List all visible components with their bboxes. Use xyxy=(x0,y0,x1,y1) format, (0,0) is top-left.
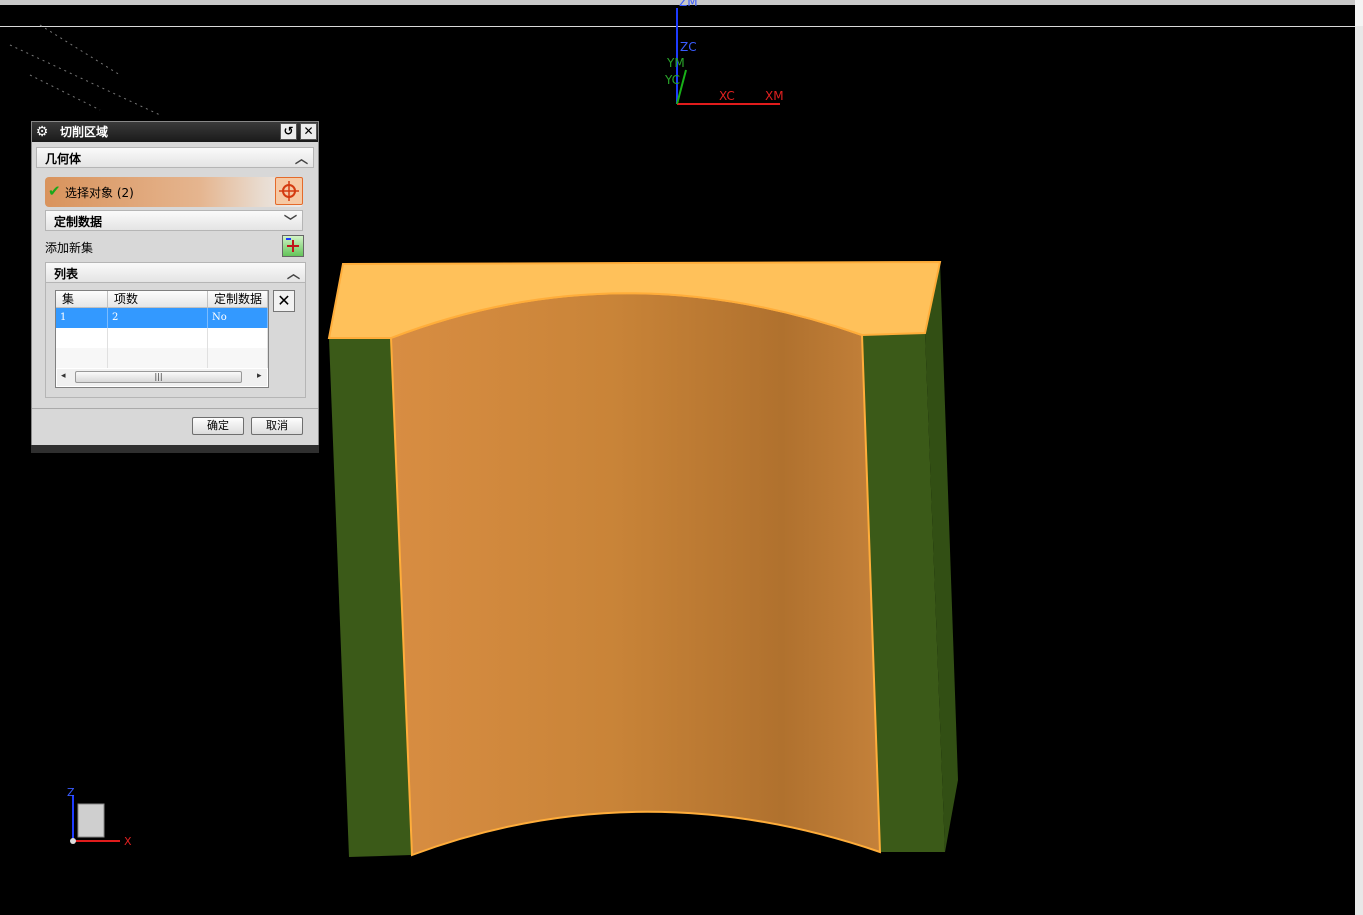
select-object-button[interactable] xyxy=(275,177,303,205)
add-new-set-button[interactable] xyxy=(282,235,304,257)
sets-table: 集 项数 定制数据 1 2 No ◂ ||| ▸ xyxy=(55,290,269,388)
scroll-right-icon[interactable]: ▸ xyxy=(257,371,262,381)
table-header: 集 项数 定制数据 xyxy=(56,291,268,308)
dialog-title: 切削区域 xyxy=(60,125,109,139)
check-icon: ✔ xyxy=(48,182,61,200)
select-objects-row[interactable]: ✔ 选择对象 (2) xyxy=(45,177,303,207)
gear-icon[interactable]: ⚙ xyxy=(34,124,50,140)
cut-area-dialog: ⚙ 切削区域 ↺ ✕ 几何体 ︿ ✔ 选择对象 (2) 定制数据 ﹀ 添加新集 … xyxy=(31,121,319,453)
triad-label: XM xyxy=(765,89,784,103)
table-row-empty xyxy=(56,328,268,348)
section-label: 定制数据 xyxy=(54,215,103,229)
column-header[interactable]: 定制数据 xyxy=(208,291,268,307)
part-inner-face[interactable] xyxy=(389,292,882,857)
table-row[interactable]: 1 2 No xyxy=(56,308,268,328)
horizontal-scrollbar[interactable]: ◂ ||| ▸ xyxy=(57,369,267,386)
table-row-empty xyxy=(56,348,268,368)
mini-triad-label: X xyxy=(124,835,132,848)
column-header[interactable]: 项数 xyxy=(108,291,208,307)
delete-icon: ✕ xyxy=(277,291,291,310)
table-cell: 1 xyxy=(56,308,108,328)
dialog-footer-bar xyxy=(31,445,319,453)
section-label: 列表 xyxy=(54,267,79,281)
background-artifact xyxy=(9,24,161,116)
column-header[interactable]: 集 xyxy=(56,291,108,307)
delete-set-button[interactable]: ✕ xyxy=(273,290,295,312)
triad-label: YC xyxy=(665,73,681,87)
triad-label: ZM xyxy=(679,0,698,9)
custom-data-section-header[interactable]: 定制数据 ﹀ xyxy=(45,210,303,231)
mini-triad-label: Z xyxy=(67,786,75,799)
divider xyxy=(32,408,318,409)
table-cell: No xyxy=(208,308,268,328)
list-section-header[interactable]: 列表 ︿ xyxy=(45,262,306,283)
scroll-left-icon[interactable]: ◂ xyxy=(61,371,66,381)
geometry-section-header[interactable]: 几何体 ︿ xyxy=(36,147,314,168)
add-icon xyxy=(286,238,299,252)
table-cell: 2 xyxy=(108,308,208,328)
triad-label: ZC xyxy=(680,40,697,54)
triad-label: YM xyxy=(667,56,685,70)
cancel-button[interactable]: 取消 xyxy=(251,417,303,435)
view-triad xyxy=(70,795,120,844)
chevron-up-icon[interactable]: ︿ xyxy=(287,263,300,282)
chevron-down-icon[interactable]: ﹀ xyxy=(284,211,297,230)
dialog-titlebar[interactable]: ⚙ 切削区域 ↺ ✕ xyxy=(32,122,318,142)
section-label: 几何体 xyxy=(45,152,82,166)
reset-icon[interactable]: ↺ xyxy=(280,123,297,140)
triad-label: XC xyxy=(719,89,735,103)
chevron-up-icon[interactable]: ︿ xyxy=(295,148,308,167)
scrollbar-thumb[interactable]: ||| xyxy=(75,371,242,383)
add-new-set-label: 添加新集 xyxy=(45,241,94,255)
crosshair-icon xyxy=(279,181,299,201)
ok-button[interactable]: 确定 xyxy=(192,417,244,435)
close-icon[interactable]: ✕ xyxy=(300,123,317,140)
select-objects-label: 选择对象 (2) xyxy=(65,186,134,200)
